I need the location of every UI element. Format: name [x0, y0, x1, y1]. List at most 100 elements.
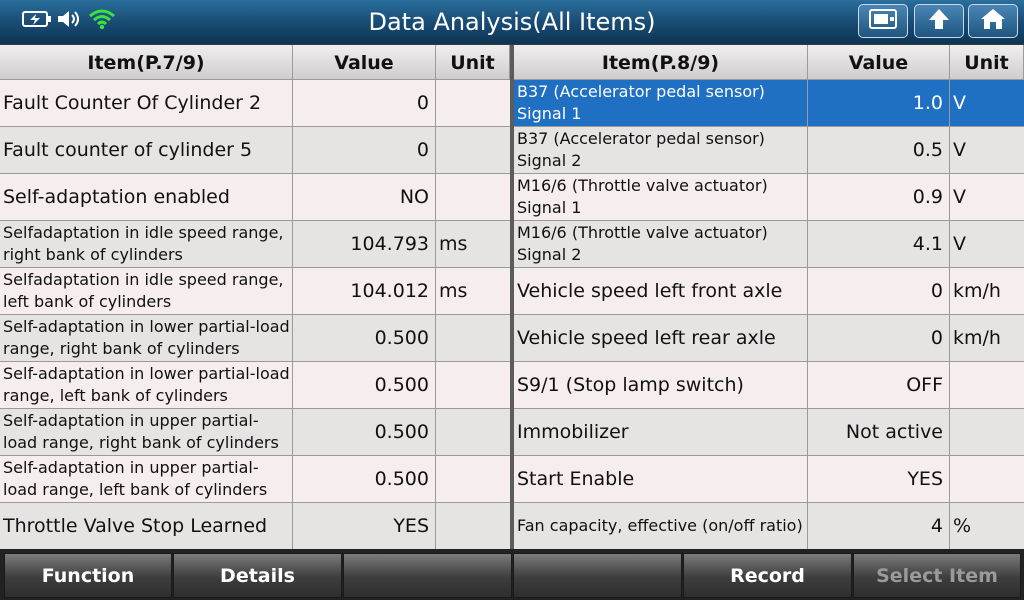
home-button[interactable]	[968, 4, 1018, 38]
left-row-5-value[interactable]: 104.012	[293, 268, 435, 314]
left-row-4-unit[interactable]: ms	[436, 221, 510, 267]
right-row-8-item[interactable]: Immobilizer	[514, 409, 807, 455]
left-header-value: Value	[293, 45, 436, 79]
record-button[interactable]: Record	[683, 553, 852, 598]
right-row-7-value[interactable]: OFF	[808, 362, 949, 408]
left-row-8-value[interactable]: 0.500	[293, 409, 435, 455]
left-row-1-item[interactable]: Fault Counter Of Cylinder 2	[0, 80, 292, 126]
right-row-5-item[interactable]: Vehicle speed left front axle	[514, 268, 807, 314]
right-row-8-value[interactable]: Not active	[808, 409, 949, 455]
battery-icon	[22, 10, 52, 32]
item-label: Self-adaptation in upper partial-load ra…	[3, 458, 268, 499]
wifi-icon	[88, 8, 116, 34]
right-row-9-item[interactable]: Start Enable	[514, 456, 807, 502]
left-row-8-unit[interactable]	[436, 409, 510, 455]
left-row-7-value[interactable]: 0.500	[293, 362, 435, 408]
right-row-9-unit[interactable]	[950, 456, 1024, 502]
left-row-10-item[interactable]: Throttle Valve Stop Learned	[0, 503, 292, 549]
item-label: S9/1 (Stop lamp switch)	[517, 374, 744, 396]
right-row-9-value[interactable]: YES	[808, 456, 949, 502]
left-row-9-item[interactable]: Self-adaptation in upper partial-load ra…	[0, 456, 292, 502]
right-row-2-unit[interactable]: V	[950, 127, 1024, 173]
details-button[interactable]: Details	[173, 553, 342, 598]
blank-button-1[interactable]	[343, 553, 512, 598]
right-row-6-value[interactable]: 0	[808, 315, 949, 361]
right-row-2-value[interactable]: 0.5	[808, 127, 949, 173]
left-row-5-item[interactable]: Selfadaptation in idle speed range, left…	[0, 268, 292, 314]
right-header-item: Item(P.8/9)	[514, 45, 808, 79]
screenshot-button[interactable]	[858, 4, 908, 38]
right-row-3-value[interactable]: 0.9	[808, 174, 949, 220]
item-label: Self-adaptation enabled	[3, 186, 230, 208]
item-label: Selfadaptation in idle speed range, righ…	[3, 223, 284, 264]
left-header-item: Item(P.7/9)	[0, 45, 293, 79]
left-row-2-item[interactable]: Fault counter of cylinder 5	[0, 127, 292, 173]
left-row-1-value[interactable]: 0	[293, 80, 435, 126]
back-button[interactable]	[914, 4, 964, 38]
function-button[interactable]: Function	[4, 553, 172, 598]
left-row-10-unit[interactable]	[436, 503, 510, 549]
right-row-1-value[interactable]: 1.0	[808, 80, 949, 126]
right-row-7-unit[interactable]	[950, 362, 1024, 408]
right-row-2-item[interactable]: B37 (Accelerator pedal sensor) Signal 2	[514, 127, 807, 173]
right-row-6-item[interactable]: Vehicle speed left rear axle	[514, 315, 807, 361]
speaker-icon	[56, 9, 84, 33]
right-row-8-unit[interactable]	[950, 409, 1024, 455]
item-label: Self-adaptation in lower partial-load ra…	[3, 364, 290, 405]
right-row-3-item[interactable]: M16/6 (Throttle valve actuator) Signal 1	[514, 174, 807, 220]
left-row-4-item[interactable]: Selfadaptation in idle speed range, righ…	[0, 221, 292, 267]
screenshot-icon	[868, 8, 898, 34]
select-item-button[interactable]: Select Item	[853, 553, 1021, 598]
left-row-9-value[interactable]: 0.500	[293, 456, 435, 502]
item-label: Fan capacity, effective (on/off ratio)	[517, 516, 803, 535]
right-row-3-unit[interactable]: V	[950, 174, 1024, 220]
left-row-6-item[interactable]: Self-adaptation in lower partial-load ra…	[0, 315, 292, 361]
right-row-5-unit[interactable]: km/h	[950, 268, 1024, 314]
item-label: Vehicle speed left front axle	[517, 280, 783, 302]
item-label: M16/6 (Throttle valve actuator) Signal 1	[517, 176, 768, 217]
status-icons	[22, 9, 116, 33]
left-row-4-value[interactable]: 104.793	[293, 221, 435, 267]
right-row-4-value[interactable]: 4.1	[808, 221, 949, 267]
item-label: Selfadaptation in idle speed range, left…	[3, 270, 284, 311]
right-row-10-unit[interactable]: %	[950, 503, 1024, 549]
right-row-5-value[interactable]: 0	[808, 268, 949, 314]
item-label: M16/6 (Throttle valve actuator) Signal 2	[517, 223, 768, 264]
left-row-3-value[interactable]: NO	[293, 174, 435, 220]
left-row-5-unit[interactable]: ms	[436, 268, 510, 314]
left-data-table: Item(P.7/9) Value Unit Fault Counter Of …	[0, 45, 510, 549]
item-label: Self-adaptation in lower partial-load ra…	[3, 317, 290, 358]
left-header-unit: Unit	[436, 45, 510, 79]
left-row-6-unit[interactable]	[436, 315, 510, 361]
left-row-8-item[interactable]: Self-adaptation in upper partial-load ra…	[0, 409, 292, 455]
item-label: Vehicle speed left rear axle	[517, 327, 776, 349]
item-label: Immobilizer	[517, 421, 629, 443]
blank-button-2[interactable]	[513, 553, 682, 598]
left-row-9-unit[interactable]	[436, 456, 510, 502]
right-data-table: Item(P.8/9) Value Unit B37 (Accelerator …	[514, 45, 1024, 549]
right-row-1-item[interactable]: B37 (Accelerator pedal sensor) Signal 1	[514, 80, 807, 126]
left-row-6-value[interactable]: 0.500	[293, 315, 435, 361]
right-header-value: Value	[808, 45, 950, 79]
left-row-3-unit[interactable]	[436, 174, 510, 220]
right-row-4-item[interactable]: M16/6 (Throttle valve actuator) Signal 2	[514, 221, 807, 267]
right-row-6-unit[interactable]: km/h	[950, 315, 1024, 361]
left-row-7-unit[interactable]	[436, 362, 510, 408]
right-row-10-item[interactable]: Fan capacity, effective (on/off ratio)	[514, 503, 807, 549]
right-header-unit: Unit	[950, 45, 1024, 79]
item-label: Start Enable	[517, 468, 635, 490]
right-row-7-item[interactable]: S9/1 (Stop lamp switch)	[514, 362, 807, 408]
left-row-1-unit[interactable]	[436, 80, 510, 126]
left-row-2-value[interactable]: 0	[293, 127, 435, 173]
left-row-2-unit[interactable]	[436, 127, 510, 173]
right-row-1-unit[interactable]: V	[950, 80, 1024, 126]
left-row-10-value[interactable]: YES	[293, 503, 435, 549]
item-label: B37 (Accelerator pedal sensor) Signal 1	[517, 82, 765, 123]
back-icon	[926, 7, 952, 35]
right-row-10-value[interactable]: 4	[808, 503, 949, 549]
left-row-7-item[interactable]: Self-adaptation in lower partial-load ra…	[0, 362, 292, 408]
left-row-3-item[interactable]: Self-adaptation enabled	[0, 174, 292, 220]
item-label: Throttle Valve Stop Learned	[3, 515, 268, 537]
right-row-4-unit[interactable]: V	[950, 221, 1024, 267]
item-label: Self-adaptation in upper partial-load ra…	[3, 411, 279, 452]
